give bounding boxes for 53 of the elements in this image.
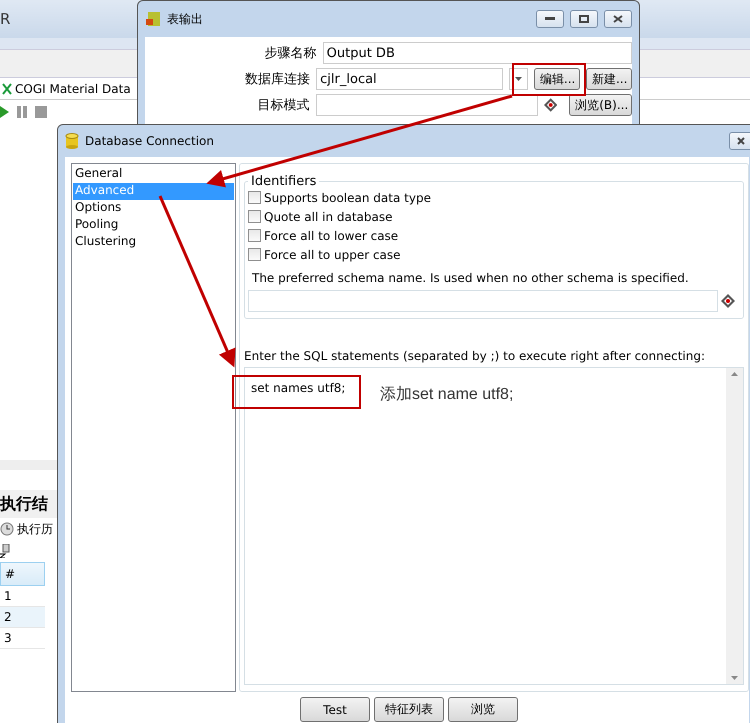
features-button[interactable]: 特征列表 xyxy=(374,697,444,722)
minimize-button[interactable] xyxy=(536,10,564,28)
annotation-note: 添加set name utf8; xyxy=(380,384,514,405)
test-button[interactable]: Test xyxy=(300,697,370,722)
browse-button[interactable]: 浏览(B)... xyxy=(569,94,632,116)
field-label: 步骤名称 xyxy=(264,45,317,62)
maximize-button[interactable] xyxy=(570,10,598,28)
history-tab[interactable]: 执行历 xyxy=(17,520,53,538)
arrows-icon xyxy=(2,82,12,94)
checkbox-label: Quote all in database xyxy=(264,210,393,224)
down-arrow-icon xyxy=(731,676,738,680)
dialog-title: Database Connection xyxy=(85,134,214,148)
table-cell: 2 xyxy=(0,607,45,628)
clock-icon xyxy=(0,522,14,536)
sql-text: set names utf8; xyxy=(251,381,346,395)
connection-field[interactable]: cjlr_local xyxy=(316,68,503,90)
group-title: Identifiers xyxy=(250,174,318,189)
maximize-icon xyxy=(579,15,589,23)
editor-tab[interactable]: COGI Material Data xyxy=(15,82,131,96)
schema-label: The preferred schema name. Is used when no other schema is specified. xyxy=(251,270,690,287)
dialog-title: 表输出 xyxy=(167,10,203,28)
close-button[interactable] xyxy=(729,132,750,150)
sql-label: Enter the SQL statements (separated by ;) to execute right after connecting: xyxy=(244,349,706,363)
checkbox[interactable] xyxy=(248,191,261,204)
field-label: 数据库连接 xyxy=(244,71,310,88)
checkbox-label: Force all to upper case xyxy=(264,248,401,262)
table-output-icon xyxy=(145,11,161,27)
database-icon xyxy=(65,133,79,149)
step-name-field[interactable]: Output DB xyxy=(322,42,632,64)
variable-icon xyxy=(544,98,558,112)
explore-button[interactable]: 浏览 xyxy=(448,697,518,722)
close-button[interactable] xyxy=(604,10,632,28)
field-label: 目标模式 xyxy=(256,97,310,114)
variable-icon xyxy=(721,294,735,308)
new-button[interactable]: 新建... xyxy=(586,68,632,90)
checkbox-label: Supports boolean data type xyxy=(264,190,431,204)
window-title: R xyxy=(0,10,10,28)
checkbox-label: Force all to lower case xyxy=(264,228,398,242)
column-header[interactable]: # xyxy=(0,562,45,586)
nav-item[interactable]: Clustering xyxy=(73,234,234,251)
play-icon[interactable] xyxy=(0,105,9,119)
close-icon xyxy=(737,137,745,145)
nav-item[interactable]: General xyxy=(73,166,234,183)
nav-item[interactable]: Options xyxy=(73,200,234,217)
checkbox[interactable] xyxy=(248,229,261,242)
edit-button[interactable]: 编辑... xyxy=(534,68,580,90)
pause-icon[interactable] xyxy=(17,106,27,118)
nav-item[interactable]: Pooling xyxy=(73,217,234,234)
close-icon xyxy=(613,15,623,23)
minimize-icon xyxy=(545,17,555,21)
checkbox[interactable] xyxy=(248,248,261,261)
checkbox[interactable] xyxy=(248,210,261,223)
up-arrow-icon xyxy=(731,372,738,376)
